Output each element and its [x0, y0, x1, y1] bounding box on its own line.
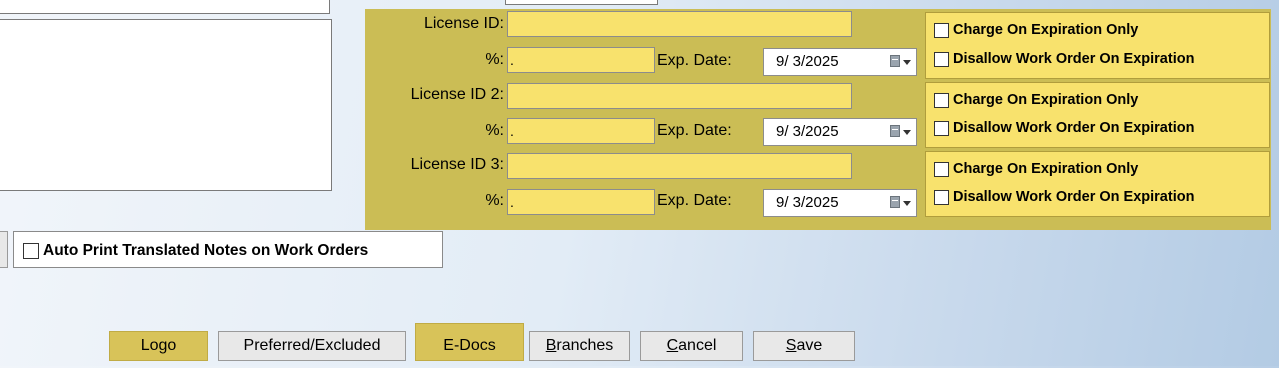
chevron-down-icon[interactable]: [903, 60, 911, 65]
checkbox-label: Disallow Work Order On Expiration: [953, 51, 1195, 67]
checkbox[interactable]: [934, 51, 949, 67]
calendar-icon[interactable]: [890, 55, 900, 67]
checkbox-label: Charge On Expiration Only: [953, 161, 1139, 177]
exp-date-value: 9/ 3/2025: [776, 123, 839, 140]
exp-date-3-picker[interactable]: 9/ 3/2025: [763, 189, 917, 217]
auto-print-label: Auto Print Translated Notes on Work Orde…: [43, 242, 369, 259]
charge-on-expiration-checkbox[interactable]: Charge On Expiration Only: [934, 22, 1138, 38]
exp-date-3-label: Exp. Date:: [657, 192, 732, 209]
cancel-label: ancel: [678, 337, 717, 354]
percent-2-input[interactable]: .: [507, 118, 655, 144]
exp-date-value: 9/ 3/2025: [776, 53, 839, 70]
percent-3-label: %:: [485, 192, 504, 209]
checkbox[interactable]: [934, 189, 949, 205]
save-label: ave: [796, 337, 823, 354]
checkbox[interactable]: [934, 22, 949, 38]
exp-date-2-label: Exp. Date:: [657, 122, 732, 139]
charge-on-expiration-checkbox[interactable]: Charge On Expiration Only: [934, 161, 1138, 177]
calendar-icon[interactable]: [890, 125, 900, 137]
checkbox[interactable]: [934, 161, 949, 177]
license-id-2-input[interactable]: [507, 83, 852, 109]
chevron-down-icon[interactable]: [903, 130, 911, 135]
auto-print-group: Auto Print Translated Notes on Work Orde…: [13, 231, 443, 268]
notes-textarea[interactable]: [0, 19, 332, 191]
expiration-options-1: Charge On Expiration Only Disallow Work …: [925, 12, 1270, 79]
license-id-input[interactable]: [507, 11, 852, 37]
checkbox[interactable]: [23, 243, 39, 259]
branches-label: ranches: [556, 337, 614, 354]
top-partial-field[interactable]: [505, 0, 658, 5]
cancel-mnemonic: C: [666, 337, 679, 354]
percent-input[interactable]: .: [507, 47, 655, 73]
disallow-work-order-checkbox[interactable]: Disallow Work Order On Expiration: [934, 51, 1194, 67]
license-id-label: License ID:: [423, 15, 504, 32]
disallow-work-order-checkbox[interactable]: Disallow Work Order On Expiration: [934, 120, 1194, 136]
license-id-3-input[interactable]: [507, 153, 852, 179]
calendar-icon[interactable]: [890, 196, 900, 208]
exp-date-value: 9/ 3/2025: [776, 194, 839, 211]
checkbox-label: Charge On Expiration Only: [953, 22, 1139, 38]
checkbox-label: Disallow Work Order On Expiration: [953, 120, 1195, 136]
expiration-options-3: Charge On Expiration Only Disallow Work …: [925, 151, 1270, 217]
branches-button[interactable]: Branches: [529, 331, 630, 361]
percent-3-input[interactable]: .: [507, 189, 655, 215]
checkbox-label: Charge On Expiration Only: [953, 92, 1139, 108]
checkbox[interactable]: [934, 92, 949, 108]
save-mnemonic: S: [785, 337, 797, 354]
exp-date-label: Exp. Date:: [657, 52, 732, 69]
edocs-button[interactable]: E-Docs: [415, 323, 524, 361]
top-left-field[interactable]: [0, 0, 330, 14]
branches-mnemonic: B: [545, 337, 557, 354]
chevron-down-icon[interactable]: [903, 201, 911, 206]
auto-print-checkbox[interactable]: Auto Print Translated Notes on Work Orde…: [23, 242, 368, 260]
preferred-excluded-button[interactable]: Preferred/Excluded: [218, 331, 406, 361]
logo-button[interactable]: Logo: [109, 331, 208, 361]
exp-date-picker[interactable]: 9/ 3/2025: [763, 48, 917, 76]
exp-date-2-picker[interactable]: 9/ 3/2025: [763, 118, 917, 146]
partial-button[interactable]: [0, 231, 8, 268]
percent-2-label: %:: [485, 122, 504, 139]
save-button[interactable]: Save: [753, 331, 855, 361]
expiration-options-2: Charge On Expiration Only Disallow Work …: [925, 82, 1270, 148]
license-id-2-label: License ID 2:: [410, 86, 504, 103]
disallow-work-order-checkbox[interactable]: Disallow Work Order On Expiration: [934, 189, 1194, 205]
checkbox[interactable]: [934, 120, 949, 136]
percent-label: %:: [485, 51, 504, 68]
charge-on-expiration-checkbox[interactable]: Charge On Expiration Only: [934, 92, 1138, 108]
cancel-button[interactable]: Cancel: [640, 331, 743, 361]
checkbox-label: Disallow Work Order On Expiration: [953, 189, 1195, 205]
license-id-3-label: License ID 3:: [410, 156, 504, 173]
